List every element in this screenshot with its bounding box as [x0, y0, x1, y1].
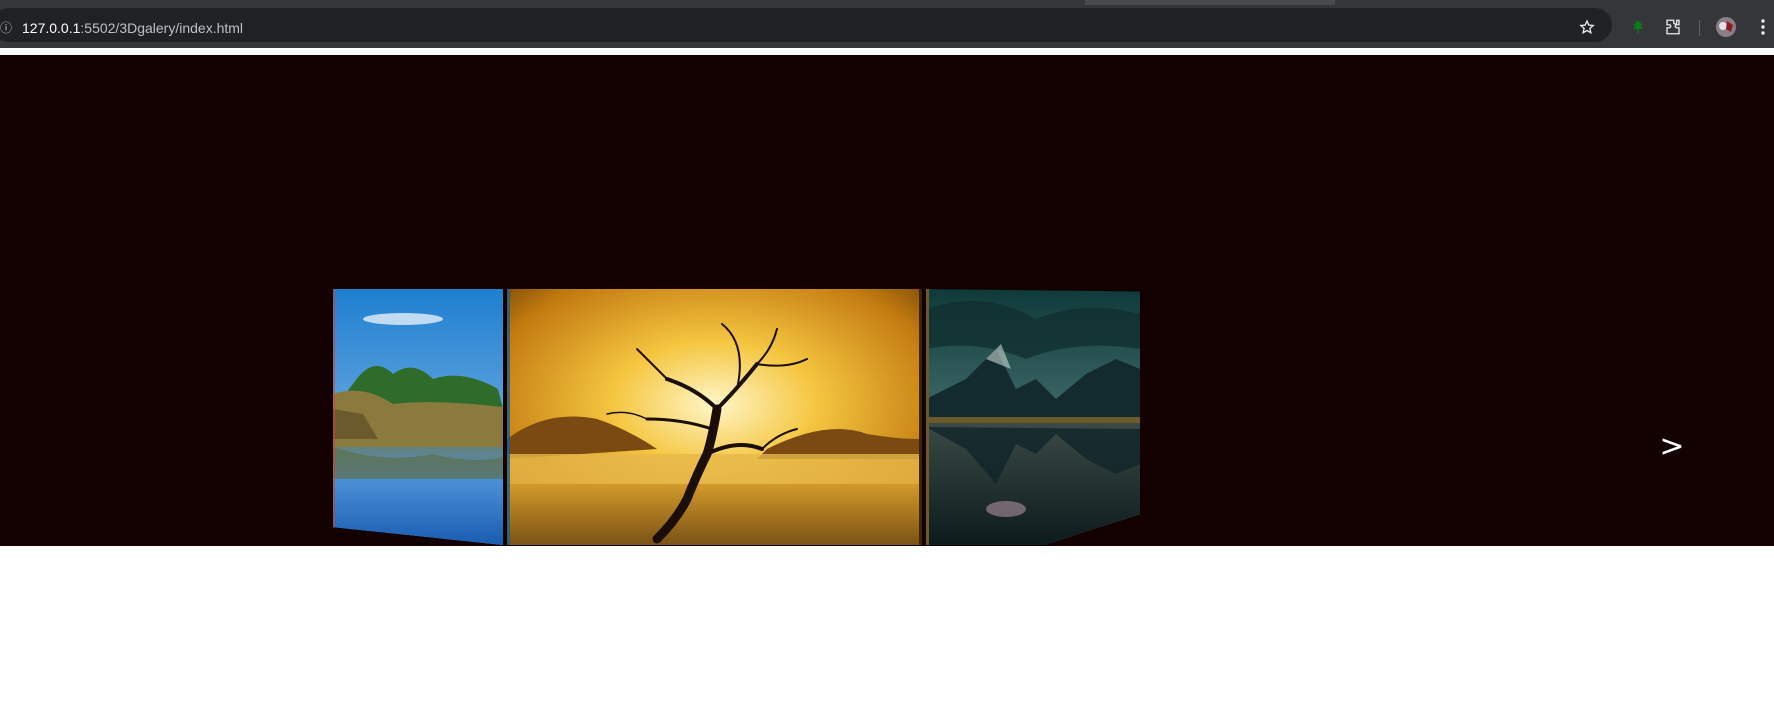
- page-top-margin: [0, 48, 1774, 55]
- url-host: 127.0.0.1: [22, 20, 81, 36]
- toolbar-divider: [1699, 20, 1700, 36]
- bookmark-star-icon[interactable]: [1576, 16, 1598, 38]
- gallery-stage: >: [0, 55, 1774, 546]
- gallery-image-mountain-lake[interactable]: [926, 289, 1140, 545]
- extensions-puzzle-icon[interactable]: [1662, 16, 1684, 38]
- browser-toolbar: ⓘ 127.0.0.1:5502/3Dgalery/index.html: [0, 5, 1774, 48]
- gallery-image-golden-tree[interactable]: [507, 289, 922, 545]
- gallery-image-lakeside[interactable]: [333, 289, 503, 545]
- chrome-menu-icon[interactable]: [1752, 16, 1774, 38]
- next-slide-button[interactable]: >: [1655, 430, 1689, 464]
- site-info-icon[interactable]: ⓘ: [0, 21, 12, 35]
- page-body-blank: [0, 546, 1774, 708]
- url-text[interactable]: 127.0.0.1:5502/3Dgalery/index.html: [22, 20, 243, 36]
- extension-leaf-icon[interactable]: [1627, 16, 1649, 38]
- profile-avatar-icon[interactable]: [1715, 16, 1737, 38]
- url-path: :5502/3Dgalery/index.html: [80, 20, 244, 36]
